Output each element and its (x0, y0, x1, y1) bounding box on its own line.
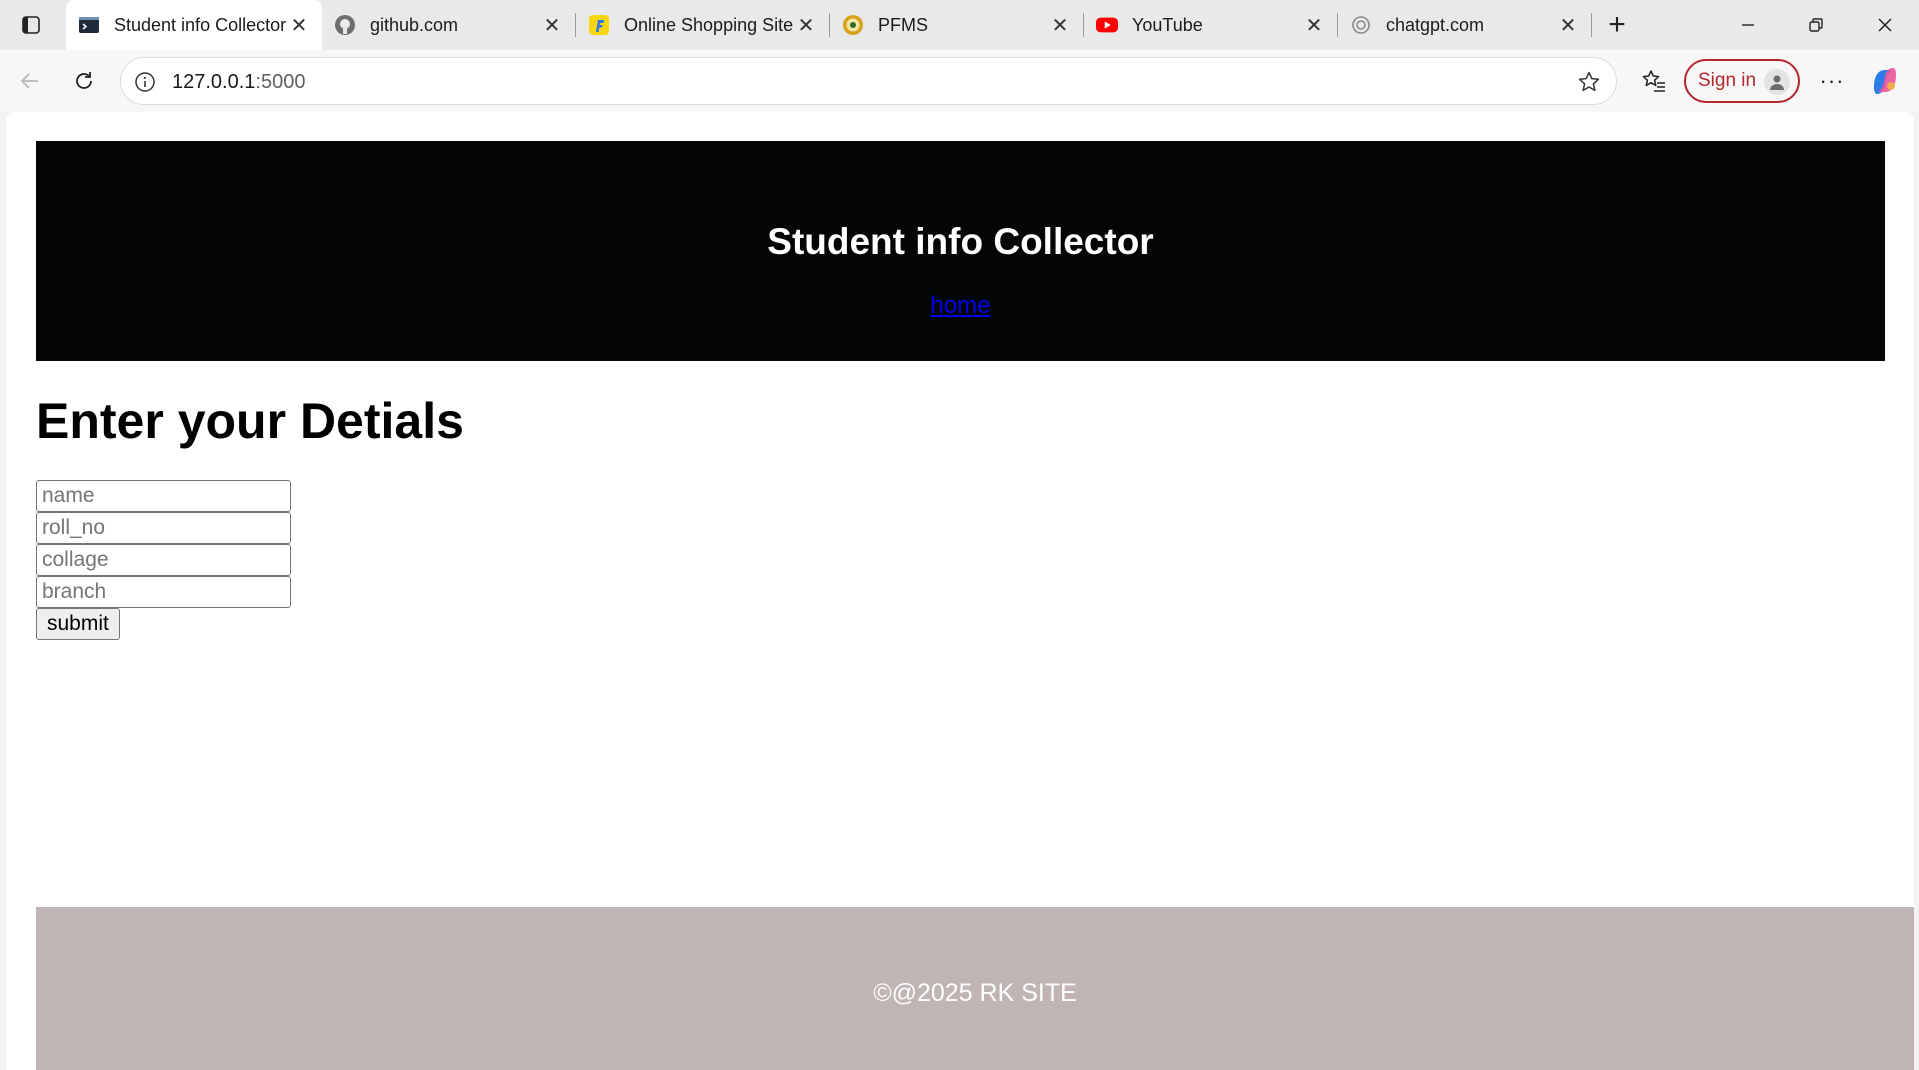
submit-button[interactable]: submit (36, 608, 120, 640)
flipkart-icon (588, 14, 610, 36)
name-input[interactable] (36, 480, 291, 512)
tab-separator (1591, 13, 1592, 37)
ellipsis-icon: ··· (1819, 68, 1845, 93)
close-window-button[interactable] (1855, 0, 1915, 50)
favorites-icon (1642, 70, 1665, 92)
tab-title: Student info Collector (114, 14, 287, 35)
avatar-icon (1764, 69, 1790, 95)
new-tab-button[interactable]: + (1600, 8, 1634, 41)
refresh-button[interactable] (66, 63, 102, 99)
url-host: 127.0.0.1 (172, 71, 256, 93)
url-text[interactable]: 127.0.0.1:5000 (172, 71, 305, 94)
openai-icon (1350, 14, 1372, 36)
tab-online-shopping[interactable]: Online Shopping Site ✕ (576, 0, 829, 50)
url-port: :5000 (255, 71, 306, 93)
close-icon (1878, 18, 1892, 32)
student-form: submit (36, 480, 291, 640)
site-title: Student info Collector (767, 221, 1154, 262)
tab-title: github.com (370, 14, 459, 35)
info-icon[interactable] (133, 70, 157, 94)
minimize-button[interactable] (1718, 0, 1778, 50)
sign-in-label: Sign in (1698, 70, 1757, 91)
collage-input[interactable] (36, 544, 291, 576)
tab-youtube[interactable]: YouTube ✕ (1084, 0, 1337, 50)
plus-icon: + (1608, 8, 1626, 41)
close-icon[interactable]: ✕ (1557, 14, 1579, 37)
close-icon[interactable]: ✕ (795, 14, 817, 37)
tab-student-info[interactable]: Student info Collector ✕ (66, 0, 322, 50)
back-button[interactable] (12, 63, 48, 99)
close-icon[interactable]: ✕ (288, 14, 310, 37)
form-heading: Enter your Detials (36, 393, 464, 449)
minimize-icon (1742, 24, 1754, 26)
tab-title: YouTube (1132, 14, 1203, 35)
nav: home (36, 292, 1885, 320)
github-icon (334, 14, 356, 36)
pfms-emblem-icon (842, 14, 864, 36)
close-icon[interactable]: ✕ (541, 14, 563, 37)
close-icon[interactable]: ✕ (1049, 14, 1071, 37)
branch-input[interactable] (36, 576, 291, 608)
refresh-icon (76, 72, 92, 89)
home-link[interactable]: home (930, 292, 990, 319)
tab-actions-icon (22, 16, 40, 34)
footer-copyright: ©@2025 RK SITE (873, 979, 1077, 1007)
site-header: Student info Collector home (36, 141, 1885, 361)
address-bar[interactable]: 127.0.0.1:5000 (120, 57, 1617, 105)
star-icon[interactable] (1576, 69, 1602, 95)
restore-button[interactable] (1786, 0, 1846, 50)
browser-toolbar: 127.0.0.1:5000 Sign in ··· (0, 50, 1919, 112)
restore-icon (1809, 18, 1823, 32)
copilot-icon (1874, 68, 1896, 94)
tab-title: chatgpt.com (1386, 14, 1485, 35)
more-options-button[interactable]: ··· (1814, 63, 1850, 99)
site-footer: ©@2025 RK SITE (36, 907, 1914, 1070)
roll-no-input[interactable] (36, 512, 291, 544)
tab-title: Online Shopping Site (624, 14, 794, 35)
tab-pfms[interactable]: PFMS ✕ (830, 0, 1083, 50)
tab-github[interactable]: github.com ✕ (322, 0, 575, 50)
arrow-left-icon (20, 73, 38, 89)
tab-chatgpt[interactable]: chatgpt.com ✕ (1338, 0, 1591, 50)
tab-actions-button[interactable] (14, 11, 48, 39)
sign-in-button[interactable]: Sign in (1684, 59, 1800, 103)
terminal-icon (78, 14, 100, 36)
page-viewport: Student info Collector home Enter your D… (6, 112, 1914, 1070)
tab-title: PFMS (878, 14, 929, 35)
youtube-icon (1096, 14, 1118, 36)
tab-strip: Student info Collector ✕ github.com ✕ On… (0, 0, 1919, 50)
favorites-button[interactable] (1636, 63, 1672, 99)
copilot-button[interactable] (1866, 62, 1904, 100)
close-icon[interactable]: ✕ (1303, 14, 1325, 37)
